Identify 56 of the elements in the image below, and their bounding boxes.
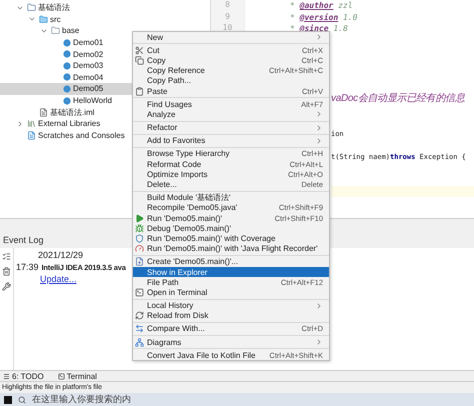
bug-icon xyxy=(135,224,144,233)
wrench-icon[interactable] xyxy=(2,282,11,291)
log-time: 17:39 xyxy=(16,262,39,272)
line-number: 10 xyxy=(222,23,234,34)
file-icon xyxy=(39,108,48,117)
menu-item[interactable]: Analyze xyxy=(133,109,329,120)
collapsed-chevron-icon[interactable] xyxy=(16,120,24,128)
line-number: 8 xyxy=(224,0,231,11)
menu-item[interactable]: Add to Favorites xyxy=(133,136,329,146)
tool-tab[interactable]: 6: TODO xyxy=(3,372,44,380)
terminal-icon xyxy=(58,372,65,380)
package-folder-icon xyxy=(51,26,60,36)
doc-comment: vaDoc会自动显示已经有的信息 xyxy=(331,92,465,104)
menu-item[interactable]: Copy Path... xyxy=(133,76,329,86)
play-icon xyxy=(135,214,144,223)
menu-item[interactable]: Create 'Demo05.main()'... xyxy=(133,256,329,267)
menu-item[interactable]: Show in Explorer xyxy=(133,266,329,278)
coverage-icon xyxy=(135,234,144,243)
log-date: 2021/12/29 xyxy=(38,250,84,260)
search-icon xyxy=(18,396,26,404)
copy-icon xyxy=(135,56,144,65)
update-link[interactable]: Update... xyxy=(40,274,126,284)
menu-item[interactable]: Build Module '基础语法' xyxy=(133,192,329,203)
menu-item[interactable]: Run 'Demo05.main()' with 'Java Flight Recorder' xyxy=(133,244,329,254)
scratch-file-icon xyxy=(27,130,36,140)
tool-tab[interactable]: Terminal xyxy=(58,372,97,380)
menu-item[interactable]: Debug 'Demo05.main()' xyxy=(133,223,329,234)
menu-item[interactable]: New xyxy=(133,32,329,42)
compare-arrows-icon xyxy=(135,324,144,334)
gauge-icon xyxy=(135,244,144,254)
library-icon xyxy=(27,119,36,128)
module-folder-icon xyxy=(27,3,36,12)
menu-item[interactable]: Open in Terminal xyxy=(133,287,329,298)
list-icon xyxy=(3,372,10,380)
clipboard-icon xyxy=(135,86,144,96)
scissors-icon xyxy=(135,46,144,55)
terminal-icon xyxy=(135,288,144,297)
trash-icon[interactable] xyxy=(2,267,11,276)
doc-comment: *@version 1.0 xyxy=(290,12,358,22)
reload-icon xyxy=(135,311,144,320)
tree-item[interactable]: 基础语法 xyxy=(0,2,210,14)
line-number: 9 xyxy=(224,12,231,23)
folder-icon xyxy=(39,14,48,24)
menu-item[interactable]: Refactor xyxy=(133,122,329,133)
diagram-icon xyxy=(135,338,144,347)
checklist-icon[interactable] xyxy=(2,252,11,261)
doc-comment: *@author zzl xyxy=(290,1,353,10)
doc-comment: *@since 1.8 xyxy=(290,24,348,34)
menu-item[interactable]: Run 'Demo05.main()' with Coverage xyxy=(133,233,329,244)
start-icon[interactable] xyxy=(4,396,12,404)
panel-title: Event Log xyxy=(3,235,44,245)
menu-item[interactable]: Local History xyxy=(133,300,329,311)
file-plus-icon xyxy=(135,257,144,266)
tree-item[interactable]: src xyxy=(0,14,210,26)
menu-item[interactable]: Diagrams xyxy=(133,337,329,348)
menu-item[interactable]: Reload from Disk xyxy=(133,310,329,321)
